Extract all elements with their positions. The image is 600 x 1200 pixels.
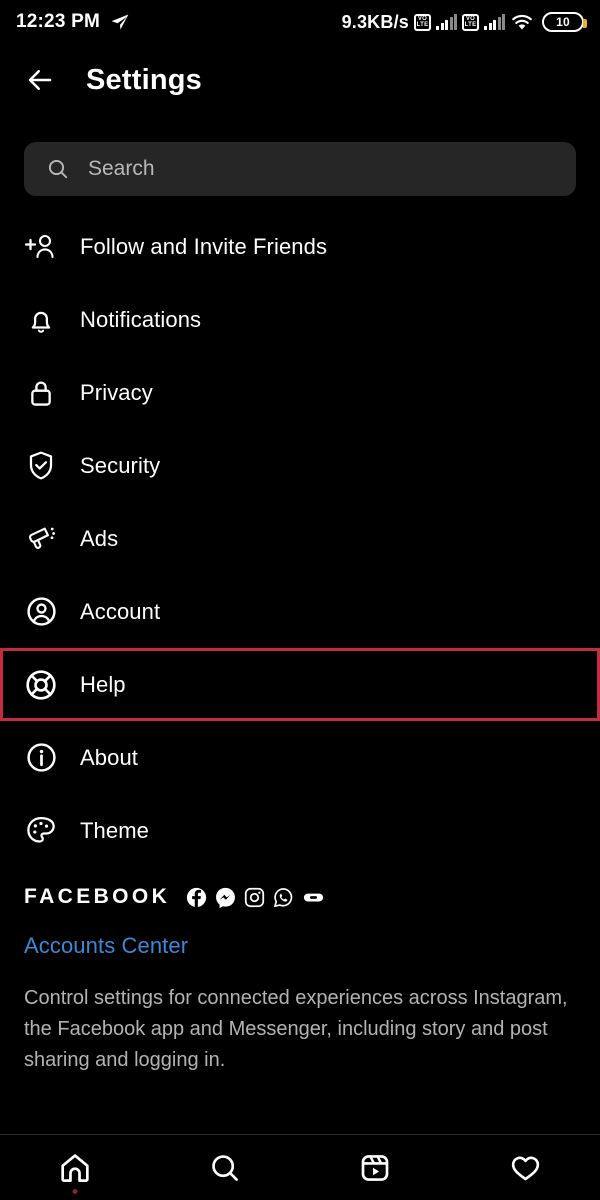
settings-menu: Follow and Invite Friends Notifications … <box>0 196 600 867</box>
menu-item-privacy[interactable]: Privacy <box>0 356 600 429</box>
menu-item-label: Security <box>80 452 161 478</box>
person-add-icon <box>24 230 58 264</box>
facebook-wordmark: FACEBOOK <box>24 885 171 908</box>
reels-icon <box>359 1152 391 1184</box>
accounts-center-link[interactable]: Accounts Center <box>24 933 576 959</box>
menu-item-notifications[interactable]: Notifications <box>0 283 600 356</box>
portal-icon <box>302 887 325 908</box>
volte-icon-sim2: VO LTE <box>462 13 479 31</box>
lifebuoy-icon <box>24 668 58 702</box>
wifi-icon <box>510 12 534 32</box>
search-section: Search <box>0 116 600 196</box>
megaphone-icon <box>24 522 58 556</box>
menu-item-account[interactable]: Account <box>0 575 600 648</box>
send-arrow-icon <box>110 12 130 32</box>
menu-item-label: Notifications <box>80 306 202 332</box>
nav-item-home[interactable] <box>40 1140 110 1196</box>
volte-icon-sim1: VO LTE <box>414 13 431 31</box>
menu-item-help[interactable]: Help <box>0 648 600 721</box>
search-input[interactable]: Search <box>24 142 576 196</box>
messenger-icon <box>215 887 236 908</box>
menu-item-label: Privacy <box>80 379 153 405</box>
search-icon <box>209 1152 241 1184</box>
menu-item-security[interactable]: Security <box>0 429 600 502</box>
menu-item-label: Theme <box>80 817 149 843</box>
facebook-icon <box>186 887 207 908</box>
home-active-indicator <box>72 1188 78 1194</box>
home-icon <box>58 1151 92 1185</box>
facebook-description: Control settings for connected experienc… <box>24 987 568 1071</box>
lock-icon <box>24 376 58 410</box>
menu-item-ads[interactable]: Ads <box>0 502 600 575</box>
status-bar-right: 9.3KB/s VO LTE VO LTE 10 <box>341 11 587 33</box>
nav-item-activity[interactable] <box>490 1140 560 1196</box>
back-arrow-icon[interactable] <box>24 64 56 96</box>
menu-item-theme[interactable]: Theme <box>0 794 600 867</box>
battery-indicator: 10 <box>542 12 587 32</box>
menu-item-label: About <box>80 744 138 770</box>
nav-item-search[interactable] <box>190 1140 260 1196</box>
palette-icon <box>24 814 58 848</box>
page-title: Settings <box>86 63 202 96</box>
facebook-section: FACEBOOK Accounts Center Control setting… <box>0 867 600 1076</box>
app-header: Settings <box>0 44 600 116</box>
menu-item-about[interactable]: About <box>0 721 600 794</box>
instagram-icon <box>244 887 265 908</box>
whatsapp-icon <box>273 887 294 908</box>
status-bar-left: 12:23 PM <box>16 11 130 33</box>
facebook-app-icons <box>186 887 325 908</box>
search-icon <box>46 157 70 181</box>
menu-item-label: Account <box>80 598 161 624</box>
heart-icon <box>509 1151 542 1184</box>
facebook-header: FACEBOOK <box>24 885 576 909</box>
menu-item-label: Follow and Invite Friends <box>80 233 328 259</box>
search-placeholder: Search <box>88 157 155 180</box>
shield-check-icon <box>24 449 58 483</box>
signal-bars-sim1 <box>436 14 457 30</box>
signal-bars-sim2 <box>484 14 505 30</box>
user-circle-icon <box>24 595 58 629</box>
menu-item-follow-and-invite-friends[interactable]: Follow and Invite Friends <box>0 210 600 283</box>
bottom-navigation <box>0 1135 600 1200</box>
info-circle-icon <box>24 741 58 775</box>
network-speed: 9.3KB/s <box>341 11 409 32</box>
status-time: 12:23 PM <box>16 11 100 32</box>
status-bar: 12:23 PM 9.3KB/s VO LTE VO LTE 10 <box>0 0 600 44</box>
nav-item-reels[interactable] <box>340 1140 410 1196</box>
menu-item-label: Help <box>80 671 126 697</box>
menu-item-label: Ads <box>80 525 119 551</box>
bell-icon <box>24 303 58 337</box>
